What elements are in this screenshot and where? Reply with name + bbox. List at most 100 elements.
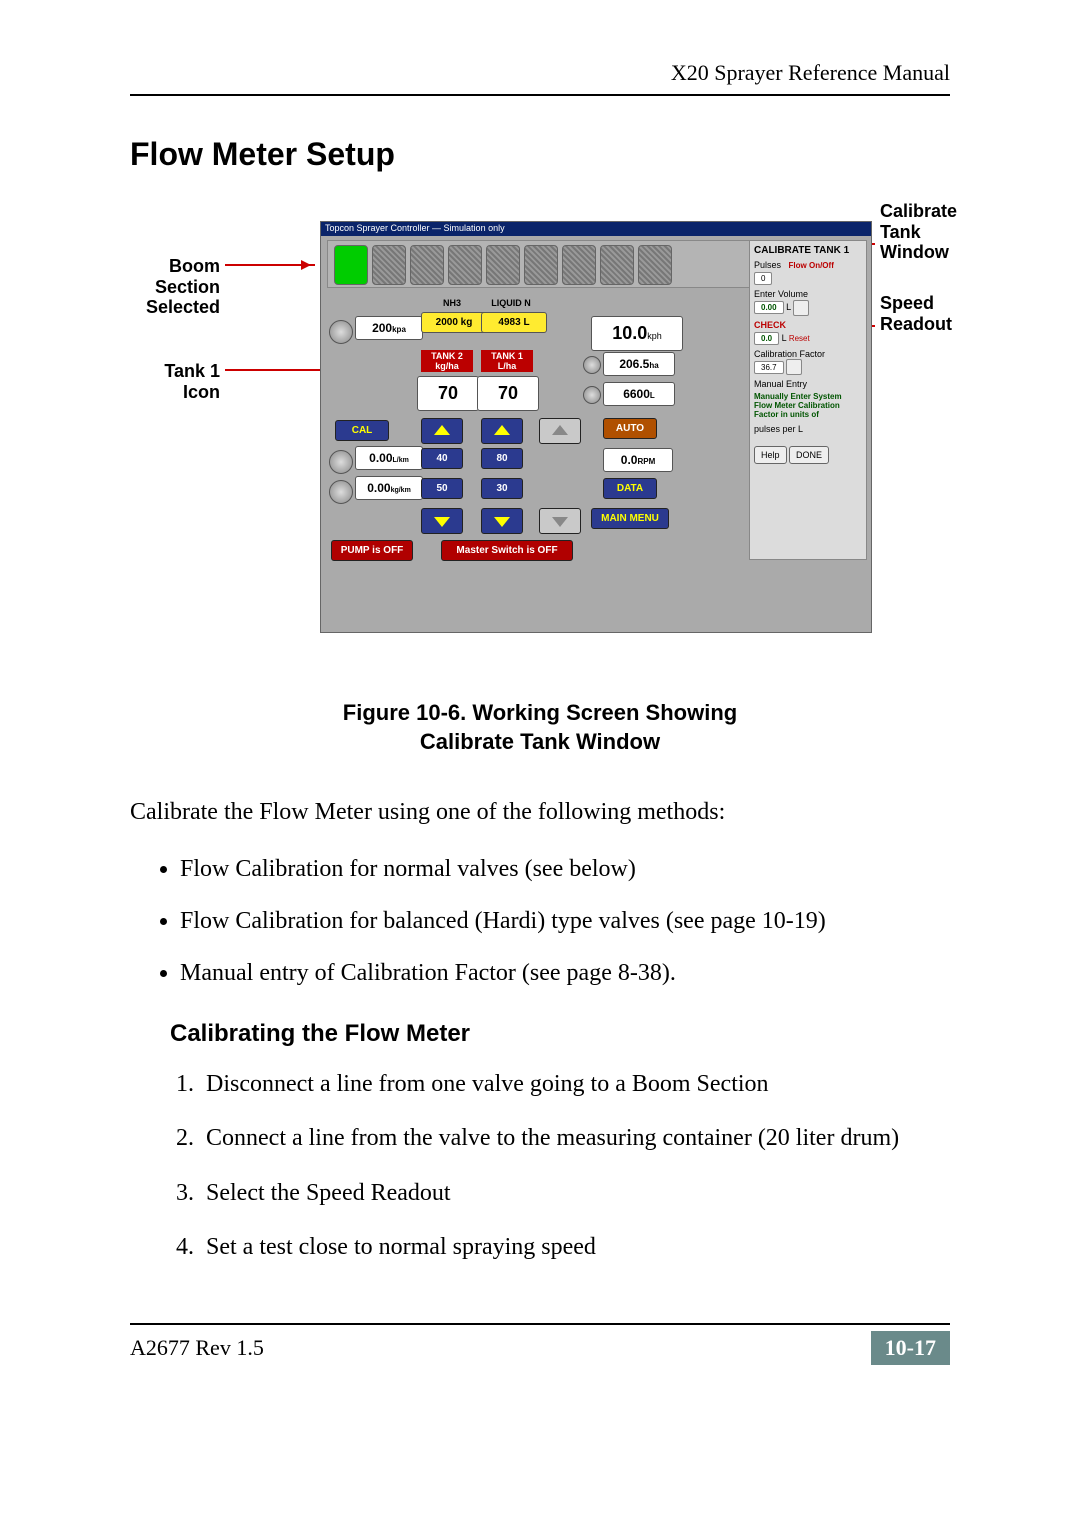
tank2-rate-label: TANK 2 kg/ha — [421, 350, 473, 372]
boom-section[interactable] — [600, 245, 634, 285]
figure-caption-line1: Figure 10-6. Working Screen Showing — [343, 700, 737, 725]
pulses-value: 0 — [754, 272, 772, 285]
gauge-icon — [329, 480, 353, 504]
tank1-rate[interactable]: 70 — [477, 376, 539, 411]
calibrate-tank-panel: CALIBRATE TANK 1 Pulses Flow On/Off 0 En… — [749, 240, 867, 560]
rate-up-button[interactable] — [481, 418, 523, 444]
tank1-rate-label: TANK 1 L/ha — [481, 350, 533, 372]
boom-section[interactable] — [410, 245, 444, 285]
gauge-icon — [583, 386, 601, 404]
check-value: 0.0 — [754, 332, 779, 345]
intro-paragraph: Calibrate the Flow Meter using one of th… — [130, 796, 950, 828]
callout-tank1-icon: Tank 1 Icon — [110, 361, 220, 402]
done-button[interactable]: DONE — [789, 446, 829, 464]
figure-caption-line2: Calibrate Tank Window — [420, 729, 660, 754]
header-rule — [130, 94, 950, 96]
keypad-icon[interactable] — [786, 359, 802, 375]
rpm-unit: RPM — [637, 457, 655, 466]
step-button[interactable]: 40 — [421, 448, 463, 469]
kgkm-value: 0.00 — [367, 481, 390, 495]
list-item: Set a test close to normal spraying spee… — [200, 1231, 950, 1263]
check-unit: L — [782, 333, 787, 343]
step-button[interactable]: 80 — [481, 448, 523, 469]
subsection-heading: Calibrating the Flow Meter — [170, 1020, 950, 1048]
boom-section[interactable] — [372, 245, 406, 285]
speed-value: 10.0 — [612, 323, 647, 343]
section-heading: Flow Meter Setup — [130, 136, 950, 173]
enter-volume-label: Enter Volume — [754, 289, 862, 299]
flow-onoff-button[interactable]: Flow On/Off — [789, 261, 834, 270]
list-item: Flow Calibration for balanced (Hardi) ty… — [180, 905, 950, 937]
arrow-icon — [225, 264, 315, 266]
help-button[interactable]: Help — [754, 446, 787, 464]
boom-section[interactable] — [638, 245, 672, 285]
rate-up-button[interactable] — [421, 418, 463, 444]
volume-readout[interactable]: 6600L — [603, 382, 675, 406]
liquid-label: LIQUID N — [481, 298, 541, 308]
boom-section[interactable] — [562, 245, 596, 285]
kgkm-unit: kg/km — [391, 487, 411, 494]
figure-10-6: Boom Section Selected Tank 1 Icon Calibr… — [130, 201, 950, 681]
data-button[interactable]: DATA — [603, 478, 657, 499]
rate-down-button[interactable] — [421, 508, 463, 534]
rate-down-disabled — [539, 508, 581, 534]
step-button[interactable]: 30 — [481, 478, 523, 499]
callout-boom-section: Boom Section Selected — [110, 256, 220, 318]
cal-panel-title: CALIBRATE TANK 1 — [754, 245, 862, 256]
gauge-icon — [583, 356, 601, 374]
pulses-per-l-label: pulses per L — [754, 424, 862, 434]
main-menu-button[interactable]: MAIN MENU — [591, 508, 669, 529]
calibration-factor-value[interactable]: 36.7 — [754, 361, 784, 374]
rpm-value: 0.0 — [621, 453, 638, 467]
auto-button[interactable]: AUTO — [603, 418, 657, 439]
liquid-tank-value[interactable]: 4983 L — [481, 312, 547, 333]
master-switch-status[interactable]: Master Switch is OFF — [441, 540, 573, 561]
reset-button[interactable]: Reset — [789, 334, 810, 343]
list-item: Flow Calibration for normal valves (see … — [180, 853, 950, 885]
pressure-unit: kpa — [392, 325, 406, 334]
boom-section[interactable] — [486, 245, 520, 285]
boom-section-1[interactable] — [334, 245, 368, 285]
list-item: Disconnect a line from one valve going t… — [200, 1068, 950, 1100]
calibration-steps: Disconnect a line from one valve going t… — [200, 1068, 950, 1264]
enter-volume-value[interactable]: 0.00 — [754, 301, 784, 314]
manual-entry-note: Manually Enter System Flow Meter Calibra… — [754, 393, 862, 419]
lkm-unit: L/km — [393, 457, 409, 464]
manual-title: X20 Sprayer Reference Manual — [130, 60, 950, 86]
figure-caption: Figure 10-6. Working Screen Showing Cali… — [210, 699, 870, 756]
check-label: CHECK — [754, 320, 862, 330]
manual-entry-label: Manual Entry — [754, 379, 862, 389]
keypad-icon[interactable] — [793, 300, 809, 316]
enter-volume-unit: L — [786, 302, 791, 312]
pressure-value: 200 — [372, 321, 392, 335]
cal-button[interactable]: CAL — [335, 420, 389, 441]
nh3-tank-value[interactable]: 2000 kg — [421, 312, 487, 333]
lkm-readout[interactable]: 0.00L/km — [355, 446, 423, 470]
volume-value: 6600 — [623, 387, 650, 401]
callout-calibrate-window: Calibrate Tank Window — [880, 201, 1010, 263]
boom-section[interactable] — [448, 245, 482, 285]
step-button[interactable]: 50 — [421, 478, 463, 499]
window-titlebar: Topcon Sprayer Controller — Simulation o… — [321, 222, 871, 236]
area-readout[interactable]: 206.5ha — [603, 352, 675, 376]
kgkm-readout[interactable]: 0.00kg/km — [355, 476, 423, 500]
rate-down-button[interactable] — [481, 508, 523, 534]
boom-section[interactable] — [524, 245, 558, 285]
list-item: Manual entry of Calibration Factor (see … — [180, 957, 950, 989]
doc-revision: A2677 Rev 1.5 — [130, 1335, 264, 1361]
pressure-readout[interactable]: 200kpa — [355, 316, 423, 340]
speed-readout[interactable]: 10.0kph — [591, 316, 683, 351]
nh3-label: NH3 — [427, 298, 477, 308]
method-bullets: Flow Calibration for normal valves (see … — [180, 853, 950, 990]
pump-status[interactable]: PUMP is OFF — [331, 540, 413, 561]
gauge-icon — [329, 320, 353, 344]
rpm-readout[interactable]: 0.0RPM — [603, 448, 673, 472]
calibration-factor-label: Calibration Factor — [754, 349, 862, 359]
rate-up-disabled — [539, 418, 581, 444]
list-item: Select the Speed Readout — [200, 1177, 950, 1209]
lkm-value: 0.00 — [369, 451, 392, 465]
gauge-icon — [329, 450, 353, 474]
page-number: 10-17 — [871, 1331, 950, 1365]
sprayer-screenshot: Topcon Sprayer Controller — Simulation o… — [320, 221, 872, 633]
tank2-rate[interactable]: 70 — [417, 376, 479, 411]
